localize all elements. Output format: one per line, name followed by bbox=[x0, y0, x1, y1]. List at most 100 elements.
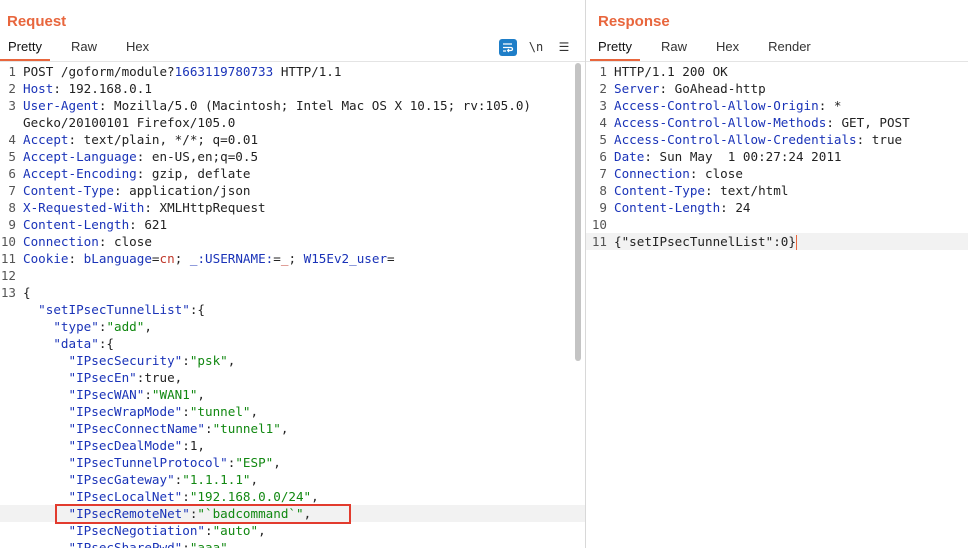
line-content: HTTP/1.1 200 OK bbox=[614, 63, 728, 80]
request-code-line: "IPsecConnectName":"tunnel1", bbox=[0, 420, 585, 437]
code-token: : 24 bbox=[720, 200, 751, 215]
line-number: 5 bbox=[8, 149, 16, 164]
code-token: "192.168.0.0/24" bbox=[189, 489, 312, 504]
request-toolbar: \n ☰ bbox=[499, 38, 573, 56]
request-scrollbar[interactable] bbox=[575, 63, 581, 361]
request-code-line: "IPsecSecurity":"psk", bbox=[0, 352, 585, 369]
code-token: : gzip, deflate bbox=[136, 166, 251, 181]
menu-icon[interactable]: ☰ bbox=[555, 39, 573, 56]
line-content: "IPsecDealMode":1, bbox=[23, 437, 205, 454]
code-token: : GET, POST bbox=[826, 115, 910, 130]
request-code-line: 13 { bbox=[0, 284, 585, 301]
line-number: 4 bbox=[599, 115, 607, 130]
code-token: W15Ev2_user bbox=[303, 251, 388, 266]
code-token: "aaa" bbox=[189, 540, 228, 548]
code-token: : 621 bbox=[129, 217, 168, 232]
code-token: , bbox=[311, 489, 319, 504]
line-content: "IPsecSharePwd":"aaa", bbox=[23, 539, 236, 548]
request-pane: Request Pretty Raw Hex \n ☰ 1 POST /gofor… bbox=[0, 0, 585, 548]
line-content: Host: 192.168.0.1 bbox=[23, 80, 152, 97]
code-token: : bbox=[182, 489, 190, 504]
request-code-line: "data":{ bbox=[0, 335, 585, 352]
code-token: {"setIPsecTunnelList":0} bbox=[614, 234, 796, 249]
request-tab-raw[interactable]: Raw bbox=[63, 38, 105, 61]
code-token: :1, bbox=[182, 438, 205, 453]
line-number: 1 bbox=[599, 64, 607, 79]
response-code-line: 9 Content-Length: 24 bbox=[586, 199, 968, 216]
line-content: Server: GoAhead-http bbox=[614, 80, 766, 97]
response-code-line: 1 HTTP/1.1 200 OK bbox=[586, 63, 968, 80]
response-tab-pretty[interactable]: Pretty bbox=[590, 38, 640, 61]
code-token: Access-Control-Allow-Origin bbox=[614, 98, 819, 113]
code-token: : 192.168.0.1 bbox=[53, 81, 152, 96]
line-content: Access-Control-Allow-Credentials: true bbox=[614, 131, 902, 148]
request-tab-pretty[interactable]: Pretty bbox=[0, 38, 50, 61]
code-token: X-Requested-With bbox=[23, 200, 145, 215]
response-code-line: 2 Server: GoAhead-http bbox=[586, 80, 968, 97]
line-content: Accept-Language: en-US,en;q=0.5 bbox=[23, 148, 258, 165]
code-token: Cookie bbox=[23, 251, 69, 266]
line-content: "IPsecLocalNet":"192.168.0.0/24", bbox=[23, 488, 319, 505]
request-code-line: 12 bbox=[0, 267, 585, 284]
request-code-line: "IPsecLocalNet":"192.168.0.0/24", bbox=[0, 488, 585, 505]
line-content: "type":"add", bbox=[23, 318, 152, 335]
response-tab-hex[interactable]: Hex bbox=[708, 38, 747, 61]
code-token: "add" bbox=[106, 319, 145, 334]
line-number: 10 bbox=[0, 234, 16, 249]
line-content: "IPsecWAN":"WAN1", bbox=[23, 386, 206, 403]
line-content: Access-Control-Allow-Methods: GET, POST bbox=[614, 114, 910, 131]
code-token: User-Agent bbox=[23, 98, 99, 113]
response-tab-raw[interactable]: Raw bbox=[653, 38, 695, 61]
code-token: : Sun May 1 00:27:24 2011 bbox=[644, 149, 842, 164]
code-token: , bbox=[273, 455, 281, 470]
code-token: "tunnel" bbox=[189, 404, 251, 419]
response-pane: Response Pretty Raw Hex Render 1 HTTP/1.1… bbox=[586, 0, 968, 548]
code-token: = bbox=[151, 251, 160, 266]
code-token: = bbox=[387, 251, 395, 266]
line-content: "IPsecConnectName":"tunnel1", bbox=[23, 420, 289, 437]
code-token: "IPsecNegotiation" bbox=[68, 523, 205, 538]
wrap-lines-icon[interactable] bbox=[499, 38, 517, 56]
request-code-line: Gecko/20100101 Firefox/105.0 bbox=[0, 114, 585, 131]
code-token: "IPsecDealMode" bbox=[68, 438, 183, 453]
code-token: Content-Length bbox=[23, 217, 130, 232]
line-number: 7 bbox=[599, 166, 607, 181]
code-token: "WAN1" bbox=[151, 387, 198, 402]
line-number: 5 bbox=[599, 132, 607, 147]
line-number: 7 bbox=[8, 183, 16, 198]
request-tab-hex[interactable]: Hex bbox=[118, 38, 157, 61]
response-tab-render[interactable]: Render bbox=[760, 38, 819, 61]
show-newlines-button[interactable]: \n bbox=[527, 39, 545, 56]
code-token: , bbox=[280, 421, 289, 436]
line-content: Content-Length: 24 bbox=[614, 199, 751, 216]
code-token: Connection bbox=[614, 166, 690, 181]
code-token: ; bbox=[288, 251, 304, 266]
line-content: "setIPsecTunnelList":{ bbox=[23, 301, 205, 318]
request-editor[interactable]: 1 POST /goform/module?1663119780733 HTTP/… bbox=[0, 62, 585, 548]
code-token: Content-Length bbox=[614, 200, 721, 215]
code-token: { bbox=[23, 285, 31, 300]
line-content: Gecko/20100101 Firefox/105.0 bbox=[23, 114, 235, 131]
line-content: "IPsecEn":true, bbox=[23, 369, 183, 386]
response-editor[interactable]: 1 HTTP/1.1 200 OK 2 Server: GoAhead-http 3 Ac… bbox=[586, 62, 968, 548]
code-token: : bbox=[144, 387, 152, 402]
code-token: :{ bbox=[98, 336, 115, 351]
code-token: , bbox=[227, 353, 236, 368]
line-content: "IPsecWrapMode":"tunnel", bbox=[23, 403, 259, 420]
code-token: : bbox=[68, 251, 84, 266]
request-code-line: "IPsecWrapMode":"tunnel", bbox=[0, 403, 585, 420]
line-content: Date: Sun May 1 00:27:24 2011 bbox=[614, 148, 841, 165]
line-content: Content-Type: application/json bbox=[23, 182, 250, 199]
code-token: : bbox=[182, 540, 190, 548]
code-token: Connection bbox=[23, 234, 99, 249]
code-token: bLanguage bbox=[83, 251, 152, 266]
line-content: Content-Type: text/html bbox=[614, 182, 788, 199]
code-token: : application/json bbox=[114, 183, 251, 198]
code-token: , bbox=[250, 472, 259, 487]
